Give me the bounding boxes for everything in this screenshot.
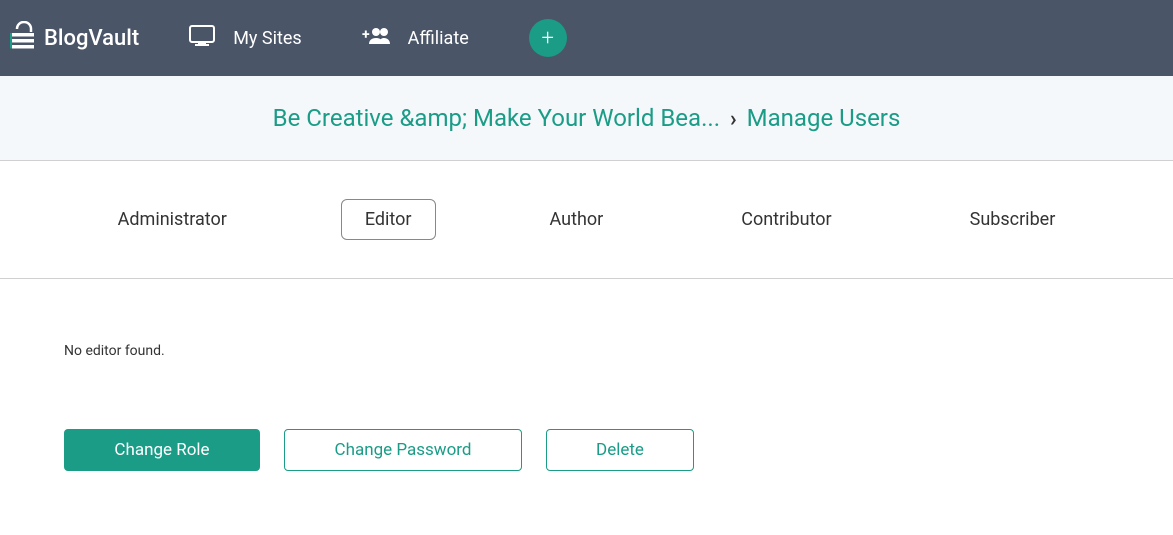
add-button[interactable]: + [529, 19, 567, 57]
delete-button[interactable]: Delete [546, 429, 694, 471]
tab-author[interactable]: Author [526, 199, 628, 240]
breadcrumb-page-link[interactable]: Manage Users [747, 104, 901, 132]
nav-my-sites[interactable]: My Sites [189, 25, 301, 52]
nav-affiliate[interactable]: + Affiliate [362, 27, 469, 50]
tab-contributor[interactable]: Contributor [717, 199, 855, 240]
nav-item-label: My Sites [233, 28, 301, 49]
action-buttons: Change Role Change Password Delete [64, 429, 1109, 471]
lock-stack-icon [10, 21, 36, 55]
plus-icon: + [542, 26, 554, 51]
logo[interactable]: BlogVault [10, 21, 139, 55]
empty-message: No editor found. [64, 343, 1109, 359]
logo-text: BlogVault [44, 26, 139, 51]
tab-administrator[interactable]: Administrator [94, 199, 251, 240]
chevron-right-icon: › [730, 107, 737, 132]
tab-editor[interactable]: Editor [341, 199, 436, 240]
group-add-icon: + [362, 27, 390, 50]
change-password-button[interactable]: Change Password [284, 429, 522, 471]
content-area: No editor found. Change Role Change Pass… [0, 279, 1173, 471]
nav-item-label: Affiliate [408, 28, 469, 49]
breadcrumb-site-link[interactable]: Be Creative &amp; Make Your World Bea... [273, 104, 720, 132]
monitor-icon [189, 25, 215, 52]
tab-subscriber[interactable]: Subscriber [946, 199, 1080, 240]
svg-text:+: + [362, 27, 370, 43]
change-role-button[interactable]: Change Role [64, 429, 260, 471]
header: BlogVault My Sites + Affiliate + [0, 0, 1173, 76]
breadcrumb: Be Creative &amp; Make Your World Bea...… [0, 76, 1173, 161]
role-tabs: Administrator Editor Author Contributor … [0, 161, 1173, 279]
